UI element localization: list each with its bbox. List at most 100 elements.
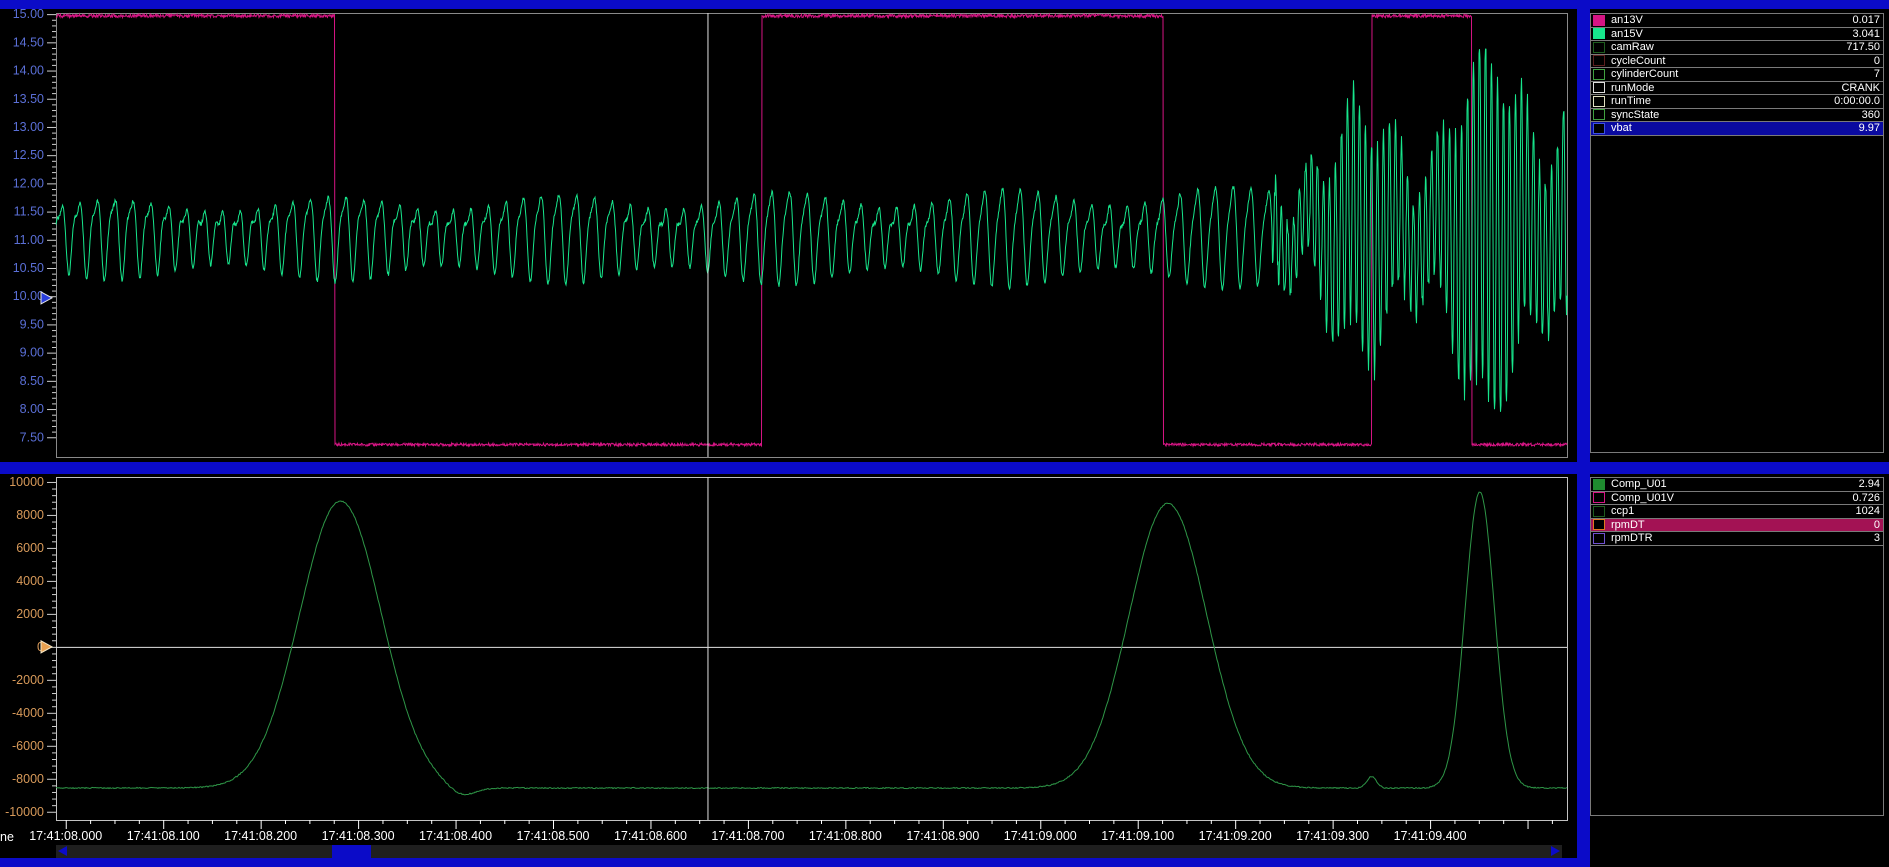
channel-swatch-icon — [1593, 82, 1605, 93]
y-axis-label: 8.00 — [20, 402, 44, 416]
axis-marker-icon[interactable] — [41, 292, 52, 304]
y-axis-label: 8000 — [16, 508, 44, 522]
scroll-right-arrow-icon[interactable] — [1551, 846, 1560, 856]
x-axis-tick-label: 17:41:09.400 — [1385, 829, 1475, 843]
legend-row-vbat[interactable]: vbat9.97 — [1591, 122, 1883, 136]
channel-value: 2.94 — [1859, 478, 1880, 490]
y-axis-label: -8000 — [12, 772, 44, 786]
legend-row-syncState[interactable]: syncState360 — [1591, 109, 1883, 123]
x-axis-tick-label: 17:41:08.300 — [313, 829, 403, 843]
channel-swatch-icon — [1593, 28, 1605, 39]
channel-swatch-icon — [1593, 15, 1605, 26]
channel-swatch-icon — [1593, 506, 1605, 517]
legend-row-cycleCount[interactable]: cycleCount0 — [1591, 55, 1883, 69]
y-axis-label: 10000 — [9, 475, 44, 489]
y-axis-label: 13.50 — [13, 92, 44, 106]
x-axis-tick-label: 17:41:09.000 — [995, 829, 1085, 843]
legend-row-an15V[interactable]: an15V3.041 — [1591, 28, 1883, 42]
legend-row-an13V[interactable]: an13V0.017 — [1591, 14, 1883, 28]
plot-frame — [57, 478, 1568, 821]
scrollbar-thumb[interactable] — [332, 845, 371, 858]
channel-label: rpmDTR — [1611, 532, 1874, 544]
channel-swatch-icon — [1593, 479, 1605, 490]
legend-row-Comp_U01V[interactable]: Comp_U01V0.726 — [1591, 492, 1883, 506]
channel-swatch-icon — [1593, 96, 1605, 107]
x-axis-tick-label: 17:41:08.800 — [800, 829, 890, 843]
x-axis-tick-label: 17:41:08.400 — [411, 829, 501, 843]
x-axis-tick-label: 17:41:08.000 — [21, 829, 111, 843]
scroll-left-arrow-icon[interactable] — [58, 846, 67, 856]
channel-value: CRANK — [1841, 82, 1880, 94]
channel-value: 0 — [1874, 55, 1880, 67]
time-axis-labels: ne 17:41:08.00017:41:08.10017:41:08.2001… — [0, 829, 1577, 845]
y-axis-label: 9.50 — [20, 317, 44, 331]
channel-value: 0.726 — [1852, 492, 1880, 504]
x-axis-tick-label: 17:41:09.200 — [1190, 829, 1280, 843]
time-axis-title-partial: ne — [0, 830, 22, 844]
scope-bottom-chart[interactable]: 1000080006000400020000-2000-4000-6000-80… — [0, 471, 1577, 827]
y-axis-label: 10.00 — [13, 289, 44, 303]
scope-top-chart[interactable]: 15.0014.5014.0013.5013.0012.5012.0011.50… — [0, 7, 1577, 462]
y-axis-label: 2000 — [16, 607, 44, 621]
panel-divider-vertical — [1577, 0, 1590, 867]
legend-row-rpmDT[interactable]: rpmDT0 — [1591, 519, 1883, 533]
channel-value: 360 — [1862, 109, 1880, 121]
scrollbar-track[interactable] — [56, 845, 1562, 858]
y-axis-label: -10000 — [5, 805, 44, 819]
channel-value: 0 — [1874, 519, 1880, 531]
channel-swatch-icon — [1593, 519, 1605, 530]
x-axis-tick-label: 17:41:09.100 — [1093, 829, 1183, 843]
channel-value: 717.50 — [1846, 41, 1880, 53]
legend-row-runTime[interactable]: runTime0:00:00.0 — [1591, 95, 1883, 109]
legend-row-ccp1[interactable]: ccp11024 — [1591, 505, 1883, 519]
channel-label: syncState — [1611, 109, 1862, 121]
y-axis-label: -2000 — [12, 673, 44, 687]
channel-value: 3.041 — [1852, 28, 1880, 40]
channel-value: 3 — [1874, 532, 1880, 544]
x-axis-tick-label: 17:41:09.300 — [1288, 829, 1378, 843]
channel-label: ccp1 — [1611, 505, 1856, 517]
channel-label: runMode — [1611, 82, 1841, 94]
channel-swatch-icon — [1593, 123, 1605, 134]
plot-frame — [57, 14, 1568, 458]
channel-label: vbat — [1611, 122, 1859, 134]
y-axis-label: 9.00 — [20, 346, 44, 360]
channel-label: an15V — [1611, 28, 1852, 40]
channel-value: 1024 — [1856, 505, 1880, 517]
legend-row-runMode[interactable]: runModeCRANK — [1591, 82, 1883, 96]
channel-label: an13V — [1611, 14, 1852, 26]
legend-row-Comp_U01[interactable]: Comp_U012.94 — [1591, 478, 1883, 492]
x-axis-tick-label: 17:41:08.200 — [216, 829, 306, 843]
logger-window: 15.0014.5014.0013.5013.0012.5012.0011.50… — [0, 0, 1889, 867]
channel-label: cylinderCount — [1611, 68, 1874, 80]
y-axis-label: 12.00 — [13, 176, 44, 190]
y-axis-label: 8.50 — [20, 374, 44, 388]
window-border-bottom — [0, 858, 1577, 867]
x-axis-tick-label: 17:41:08.600 — [605, 829, 695, 843]
legend-panel-top: an13V0.017an15V3.041camRaw717.50cycleCou… — [1590, 13, 1884, 453]
y-axis-label: 10.50 — [13, 261, 44, 275]
channel-swatch-icon — [1593, 69, 1605, 80]
y-axis-label: 14.50 — [13, 35, 44, 49]
x-axis-tick-label: 17:41:08.500 — [508, 829, 598, 843]
y-axis-label: 11.50 — [14, 205, 44, 219]
channel-swatch-icon — [1593, 42, 1605, 53]
channel-label: rpmDT — [1611, 519, 1874, 531]
y-axis-label: 4000 — [16, 574, 44, 588]
channel-value: 0.017 — [1852, 14, 1880, 26]
trace-Comp_U01 — [56, 492, 1567, 795]
legend-row-rpmDTR[interactable]: rpmDTR3 — [1591, 532, 1883, 546]
y-axis-label: -4000 — [12, 706, 44, 720]
axis-marker-icon[interactable] — [41, 641, 52, 653]
y-axis-label: 14.00 — [13, 64, 44, 78]
legend-row-camRaw[interactable]: camRaw717.50 — [1591, 41, 1883, 55]
channel-label: runTime — [1611, 95, 1834, 107]
channel-label: camRaw — [1611, 41, 1846, 53]
channel-value: 9.97 — [1859, 122, 1880, 134]
y-axis-label: 11.00 — [14, 233, 44, 247]
channel-value: 0:00:00.0 — [1834, 95, 1880, 107]
channel-label: cycleCount — [1611, 55, 1874, 67]
y-axis-label: 15.00 — [13, 7, 44, 21]
x-axis-tick-label: 17:41:08.700 — [703, 829, 793, 843]
legend-row-cylinderCount[interactable]: cylinderCount7 — [1591, 68, 1883, 82]
